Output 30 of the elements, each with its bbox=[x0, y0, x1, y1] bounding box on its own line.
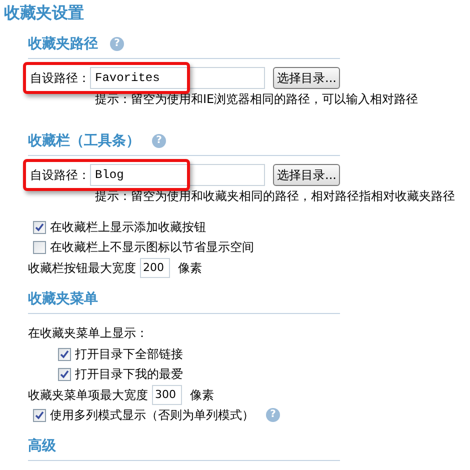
field-label: 收藏夹菜单项最大宽度 bbox=[28, 386, 148, 404]
hint-text: 提示：留空为使用和IE浏览器相同的路径，可以输入相对路径 bbox=[95, 91, 418, 108]
choose-folder-button[interactable]: 选择目录... bbox=[273, 164, 340, 186]
checkbox-label: 使用多列模式显示（否则为单列模式） bbox=[50, 407, 254, 424]
section-heading: 高级 bbox=[28, 436, 56, 456]
hint-text: 提示：留空为使用和收藏夹相同的路径，相对路径指相对收藏夹路径 bbox=[95, 188, 455, 205]
checkbox[interactable] bbox=[33, 408, 46, 422]
page-title: 收藏夹设置 bbox=[4, 3, 85, 23]
checkbox-label: 在收藏栏上显示添加收藏按钮 bbox=[50, 219, 206, 236]
width-field[interactable]: 300 bbox=[152, 384, 182, 404]
checkbox-label: 打开目录下全部链接 bbox=[75, 346, 183, 363]
checkbox-label: 在收藏栏上不显示图标以节省显示空间 bbox=[50, 239, 254, 256]
field-label: 自设路径： bbox=[30, 70, 90, 87]
option-caption: 在收藏夹菜单上显示： bbox=[28, 325, 149, 342]
checkbox-label: 打开目录下我的最爱 bbox=[75, 366, 183, 383]
section-heading: 收藏夹路径 bbox=[28, 34, 98, 54]
field-label: 收藏栏按钮最大宽度 bbox=[28, 260, 136, 276]
checkbox[interactable] bbox=[58, 348, 71, 360]
checkbox[interactable] bbox=[58, 368, 71, 380]
width-field[interactable]: 200 bbox=[140, 258, 170, 278]
field-label: 自设路径： bbox=[30, 167, 90, 184]
path-field[interactable]: Blog bbox=[90, 164, 266, 186]
path-field[interactable]: Favorites bbox=[90, 67, 266, 89]
checkbox[interactable] bbox=[33, 220, 46, 234]
checkbox[interactable] bbox=[33, 240, 46, 254]
unit-label: 像素 bbox=[178, 260, 202, 276]
section-heading: 收藏栏（工具条） bbox=[28, 132, 140, 150]
choose-folder-button[interactable]: 选择目录... bbox=[273, 67, 340, 89]
section-heading: 收藏夹菜单 bbox=[28, 290, 98, 308]
unit-label: 像素 bbox=[190, 386, 214, 404]
